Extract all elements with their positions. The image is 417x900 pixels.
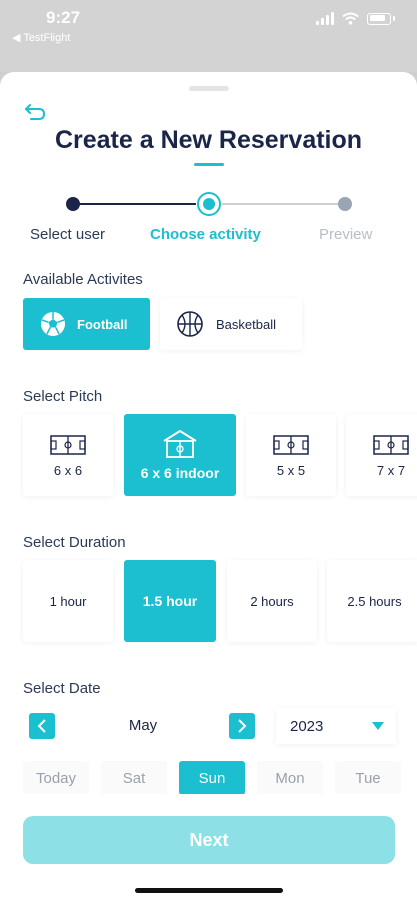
chevron-right-icon bbox=[238, 719, 247, 733]
step-dot-select-user bbox=[66, 197, 80, 211]
duration-option-1-hour[interactable]: 1 hour bbox=[23, 560, 113, 642]
pitch-option-5x5[interactable]: 5 x 5 bbox=[246, 414, 336, 496]
page-title: Create a New Reservation bbox=[54, 126, 363, 154]
duration-option-2-5-hours[interactable]: 2.5 hours bbox=[327, 560, 417, 642]
year-select[interactable]: 2023 bbox=[276, 708, 396, 744]
day-option-tue[interactable]: Tue bbox=[335, 761, 401, 795]
step-label-choose-activity[interactable]: Choose activity bbox=[150, 226, 261, 243]
day-option-mon[interactable]: Mon bbox=[257, 761, 323, 795]
reservation-sheet: Create a New Reservation Select user Cho… bbox=[0, 72, 417, 900]
signal-icon bbox=[316, 12, 334, 25]
step-dot-choose-activity bbox=[197, 192, 221, 216]
date-label: Select Date bbox=[23, 680, 101, 697]
pitch-option-7x7[interactable]: 7 x 7 bbox=[346, 414, 417, 496]
pitch-option-label: 5 x 5 bbox=[276, 462, 306, 478]
pitch-option-label: 6 x 6 bbox=[53, 462, 83, 478]
month-display: May bbox=[128, 717, 158, 734]
day-option-sun[interactable]: Sun bbox=[179, 761, 245, 795]
day-option-today[interactable]: Today bbox=[23, 761, 89, 795]
system-icons bbox=[316, 12, 395, 25]
pitch-option-6x6[interactable]: 6 x 6 bbox=[23, 414, 113, 496]
duration-label: Select Duration bbox=[23, 534, 126, 551]
stepper-line-done bbox=[78, 203, 196, 205]
activity-basketball[interactable]: Basketball bbox=[160, 298, 302, 350]
caret-down-icon bbox=[372, 722, 384, 730]
back-arrow-icon[interactable] bbox=[24, 102, 48, 122]
pitch-icon bbox=[273, 434, 309, 455]
pitch-icon bbox=[50, 434, 86, 455]
status-time: 9:27 bbox=[46, 8, 81, 27]
title-underline bbox=[194, 163, 224, 166]
sheet-grabber[interactable] bbox=[189, 86, 229, 91]
activities-label: Available Activites bbox=[23, 271, 143, 288]
chevron-left-icon bbox=[37, 719, 46, 733]
pitch-option-6x6-indoor[interactable]: 6 x 6 indoor bbox=[124, 414, 236, 496]
activity-basketball-label: Basketball bbox=[216, 316, 276, 332]
pitch-icon bbox=[373, 434, 409, 455]
step-dot-preview bbox=[338, 197, 352, 211]
year-value: 2023 bbox=[290, 718, 324, 735]
indoor-pitch-icon bbox=[163, 430, 197, 458]
home-indicator bbox=[135, 888, 283, 893]
status-bar: 9:27 ◀ TestFlight bbox=[0, 0, 417, 72]
step-label-preview[interactable]: Preview bbox=[319, 226, 372, 243]
back-to-app-link[interactable]: ◀ TestFlight bbox=[12, 31, 70, 44]
pitch-option-label: 6 x 6 indoor bbox=[140, 465, 220, 481]
prev-month-button[interactable] bbox=[29, 713, 55, 739]
duration-option-2-hours[interactable]: 2 hours bbox=[227, 560, 317, 642]
activity-football[interactable]: Football bbox=[23, 298, 150, 350]
activity-football-label: Football bbox=[77, 316, 128, 332]
pitch-label: Select Pitch bbox=[23, 388, 103, 405]
battery-icon bbox=[367, 12, 391, 25]
next-month-button[interactable] bbox=[229, 713, 255, 739]
duration-option-1-5-hour[interactable]: 1.5 hour bbox=[124, 560, 216, 642]
football-icon bbox=[41, 312, 65, 336]
wifi-icon bbox=[342, 12, 359, 25]
pitch-option-label: 7 x 7 bbox=[376, 462, 406, 478]
basketball-icon bbox=[177, 311, 203, 337]
day-option-sat[interactable]: Sat bbox=[101, 761, 167, 795]
step-label-select-user[interactable]: Select user bbox=[30, 226, 105, 243]
stepper-line-pending bbox=[222, 203, 338, 205]
next-button[interactable]: Next bbox=[23, 816, 395, 864]
